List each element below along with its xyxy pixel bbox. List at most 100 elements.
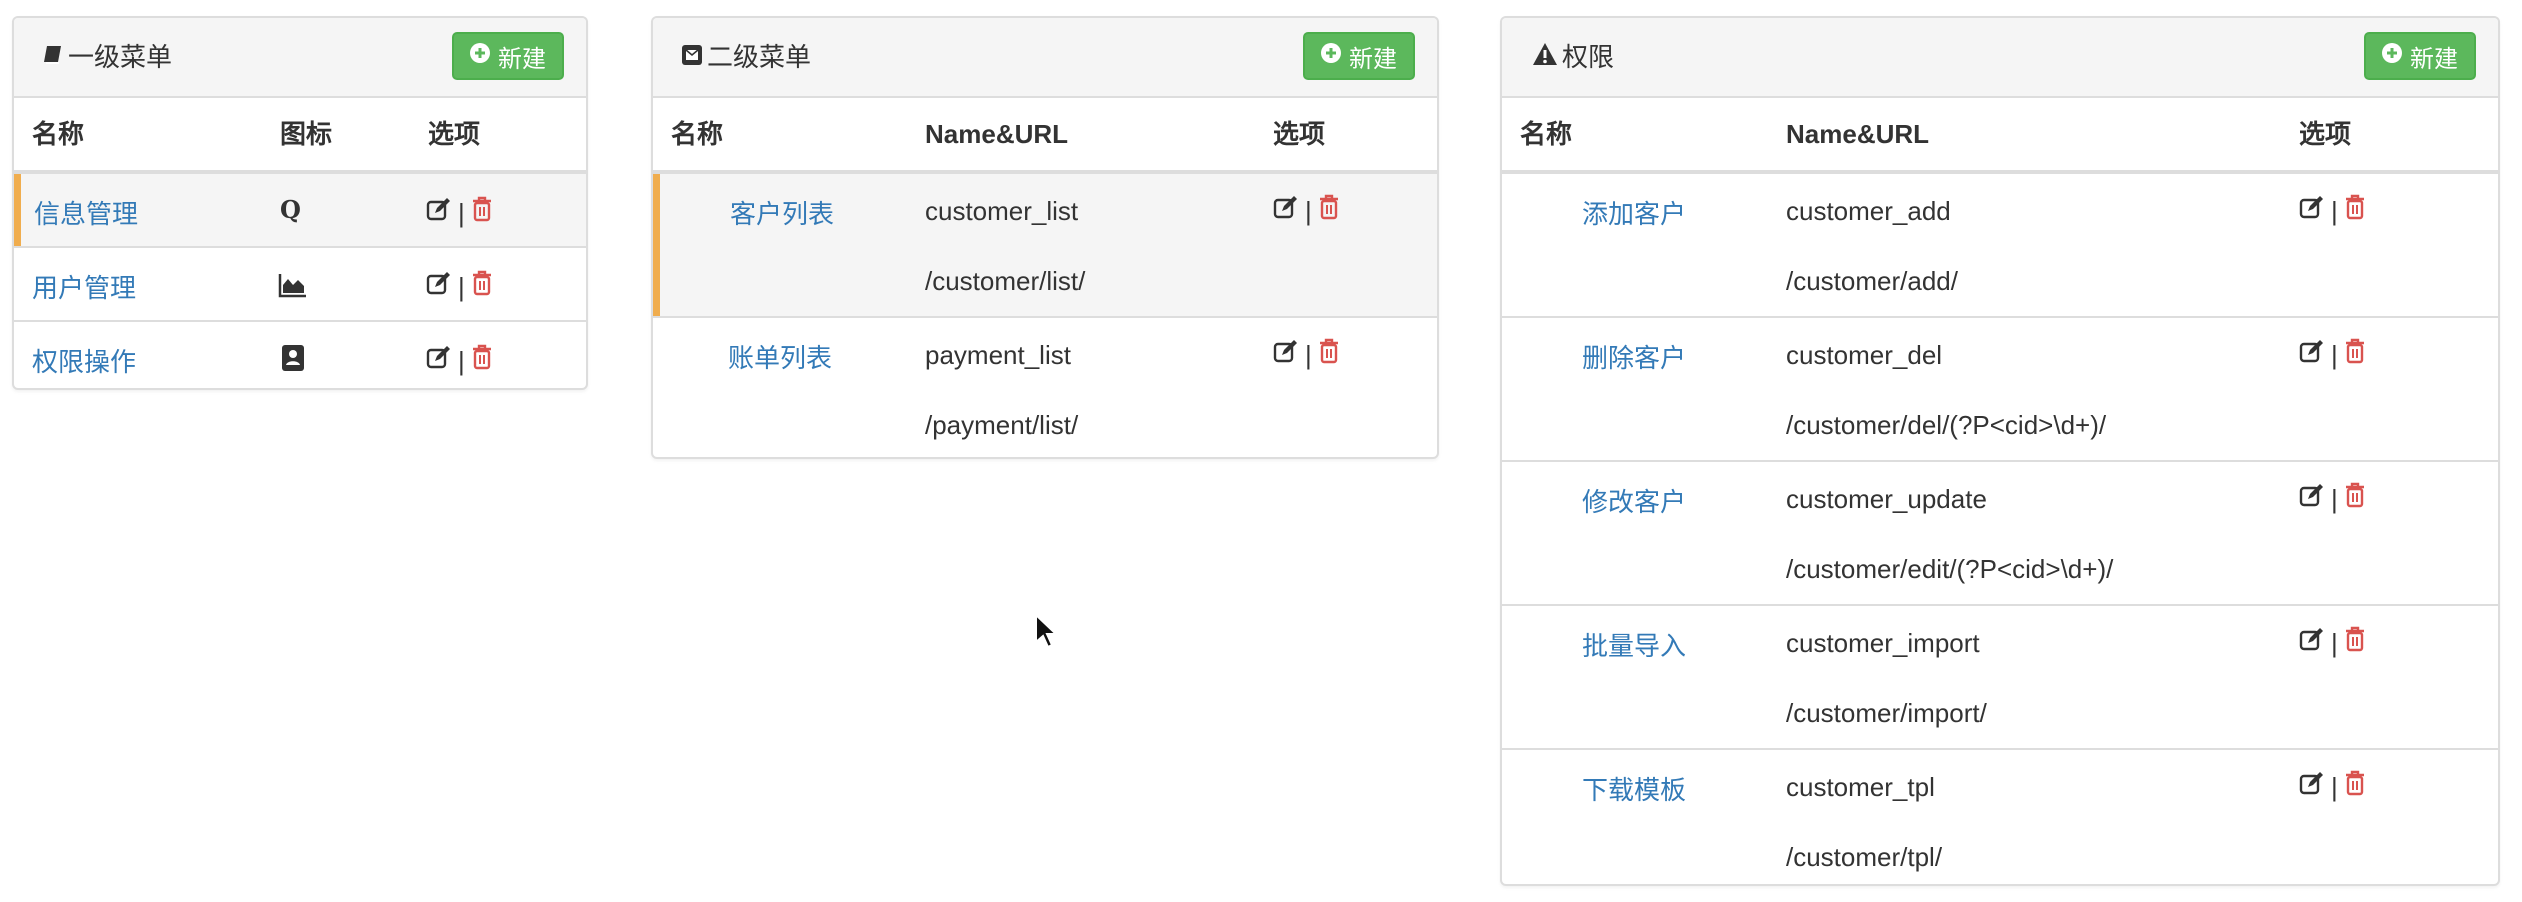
table-row: 权限操作 | [14, 322, 586, 388]
active-row-marker [653, 174, 660, 316]
new-button[interactable]: 新建 [1303, 32, 1415, 80]
edit-icon[interactable] [2299, 626, 2325, 659]
row-options: | [2299, 338, 2366, 371]
menu-link[interactable]: 用户管理 [32, 268, 136, 305]
separator: | [1305, 195, 1312, 226]
row-options: | [426, 196, 493, 229]
q-letter-icon: Q [278, 195, 306, 231]
book-icon [42, 18, 68, 96]
permission-link[interactable]: 下载模板 [1582, 770, 1686, 807]
permission-code: customer_list [925, 196, 1079, 226]
edit-icon[interactable] [426, 196, 452, 229]
trash-icon[interactable] [471, 196, 493, 229]
panel-title-text: 一级菜单 [68, 42, 173, 72]
separator: | [458, 345, 465, 376]
active-row-marker [14, 174, 21, 246]
edit-icon[interactable] [2299, 770, 2325, 803]
permission-url: /customer/del/(?P<cid>\d+)/ [1786, 410, 2107, 440]
column-header-name-url: Name&URL [925, 119, 1069, 149]
row-options: | [2299, 482, 2366, 515]
row-options: | [1273, 194, 1340, 227]
row-options: | [426, 270, 493, 303]
trash-icon[interactable] [1318, 194, 1340, 227]
permission-link[interactable]: 添加客户 [1582, 194, 1686, 231]
panel-second-level-menu: 二级菜单 新建 名称 Name&URL 选项 客户列表 customer_lis… [651, 16, 1439, 459]
table-row: 删除客户 customer_del /customer/del/(?P<cid>… [1502, 318, 2498, 462]
warning-icon [1532, 18, 1562, 96]
panel-heading: 一级菜单 新建 [14, 18, 586, 98]
separator: | [2331, 195, 2338, 226]
trash-icon[interactable] [471, 270, 493, 303]
column-header-options: 选项 [428, 119, 481, 149]
panel-first-level-menu: 一级菜单 新建 名称 图标 选项 信息管理 Q | 用户管理 | 权限操作 | [12, 16, 588, 390]
menu-link[interactable]: 权限操作 [32, 342, 136, 379]
permission-url: /customer/import/ [1786, 698, 1987, 728]
permission-code: customer_del [1786, 340, 1943, 370]
panel-title-text: 权限 [1562, 42, 1615, 72]
plus-circle-icon [470, 42, 498, 70]
column-header-icon: 图标 [280, 119, 333, 149]
column-header-options: 选项 [1273, 119, 1326, 149]
edit-icon[interactable] [2299, 338, 2325, 371]
address-book-icon [280, 343, 306, 380]
table-row: 修改客户 customer_update /customer/edit/(?P<… [1502, 462, 2498, 606]
new-button[interactable]: 新建 [452, 32, 564, 80]
trash-icon[interactable] [2344, 626, 2366, 659]
table-row: 用户管理 | [14, 248, 586, 322]
row-options: | [1273, 338, 1340, 371]
menu-link[interactable]: 账单列表 [728, 338, 832, 375]
panel-title-text: 二级菜单 [707, 42, 812, 72]
table-row: 下载模板 customer_tpl /customer/tpl/ | [1502, 750, 2498, 884]
permission-link[interactable]: 批量导入 [1582, 626, 1686, 663]
edit-icon[interactable] [426, 270, 452, 303]
panel-title: 权限 [1532, 18, 1614, 96]
trash-icon[interactable] [2344, 338, 2366, 371]
separator: | [2331, 627, 2338, 658]
panel-permissions: 权限 新建 名称 Name&URL 选项 添加客户 customer_add /… [1500, 16, 2500, 886]
edit-icon[interactable] [1273, 338, 1299, 371]
edit-icon[interactable] [2299, 482, 2325, 515]
panel-heading: 二级菜单 新建 [653, 18, 1437, 98]
table-header: 名称 Name&URL 选项 [653, 98, 1437, 174]
permission-code: customer_update [1786, 484, 1987, 514]
separator: | [458, 271, 465, 302]
edit-icon[interactable] [2299, 194, 2325, 227]
edit-icon[interactable] [1273, 194, 1299, 227]
new-button-label: 新建 [1349, 45, 1397, 73]
panel-heading: 权限 新建 [1502, 18, 2498, 98]
column-header-name: 名称 [1520, 119, 1573, 149]
panel-title: 一级菜单 [42, 18, 172, 96]
permission-link[interactable]: 删除客户 [1582, 338, 1686, 375]
permission-code: customer_import [1786, 628, 1980, 658]
plus-circle-icon [2382, 42, 2410, 70]
row-options: | [2299, 770, 2366, 803]
trash-icon[interactable] [2344, 482, 2366, 515]
permission-url: /customer/tpl/ [1786, 842, 1943, 872]
table-header: 名称 图标 选项 [14, 98, 586, 174]
permission-url: /customer/add/ [1786, 266, 1958, 296]
svg-text:Q: Q [280, 196, 301, 224]
mouse-cursor-icon [1034, 612, 1059, 656]
permission-url: /payment/list/ [925, 410, 1079, 440]
new-button-label: 新建 [2410, 45, 2458, 73]
menu-link[interactable]: 信息管理 [34, 194, 138, 231]
separator: | [2331, 771, 2338, 802]
edit-icon[interactable] [426, 344, 452, 377]
permission-code: customer_add [1786, 196, 1951, 226]
menu-link[interactable]: 客户列表 [730, 194, 834, 231]
separator: | [2331, 483, 2338, 514]
new-button[interactable]: 新建 [2364, 32, 2476, 80]
permission-url: /customer/list/ [925, 266, 1086, 296]
table-row: 添加客户 customer_add /customer/add/ | [1502, 174, 2498, 318]
table-row: 账单列表 payment_list /payment/list/ | [653, 318, 1437, 457]
column-header-name: 名称 [32, 119, 85, 149]
panel-title: 二级菜单 [681, 18, 811, 96]
row-options: | [2299, 194, 2366, 227]
trash-icon[interactable] [2344, 194, 2366, 227]
permission-link[interactable]: 修改客户 [1582, 482, 1686, 519]
trash-icon[interactable] [2344, 770, 2366, 803]
trash-icon[interactable] [471, 344, 493, 377]
table-row: 客户列表 customer_list /customer/list/ | [653, 174, 1437, 318]
trash-icon[interactable] [1318, 338, 1340, 371]
table-header: 名称 Name&URL 选项 [1502, 98, 2498, 174]
